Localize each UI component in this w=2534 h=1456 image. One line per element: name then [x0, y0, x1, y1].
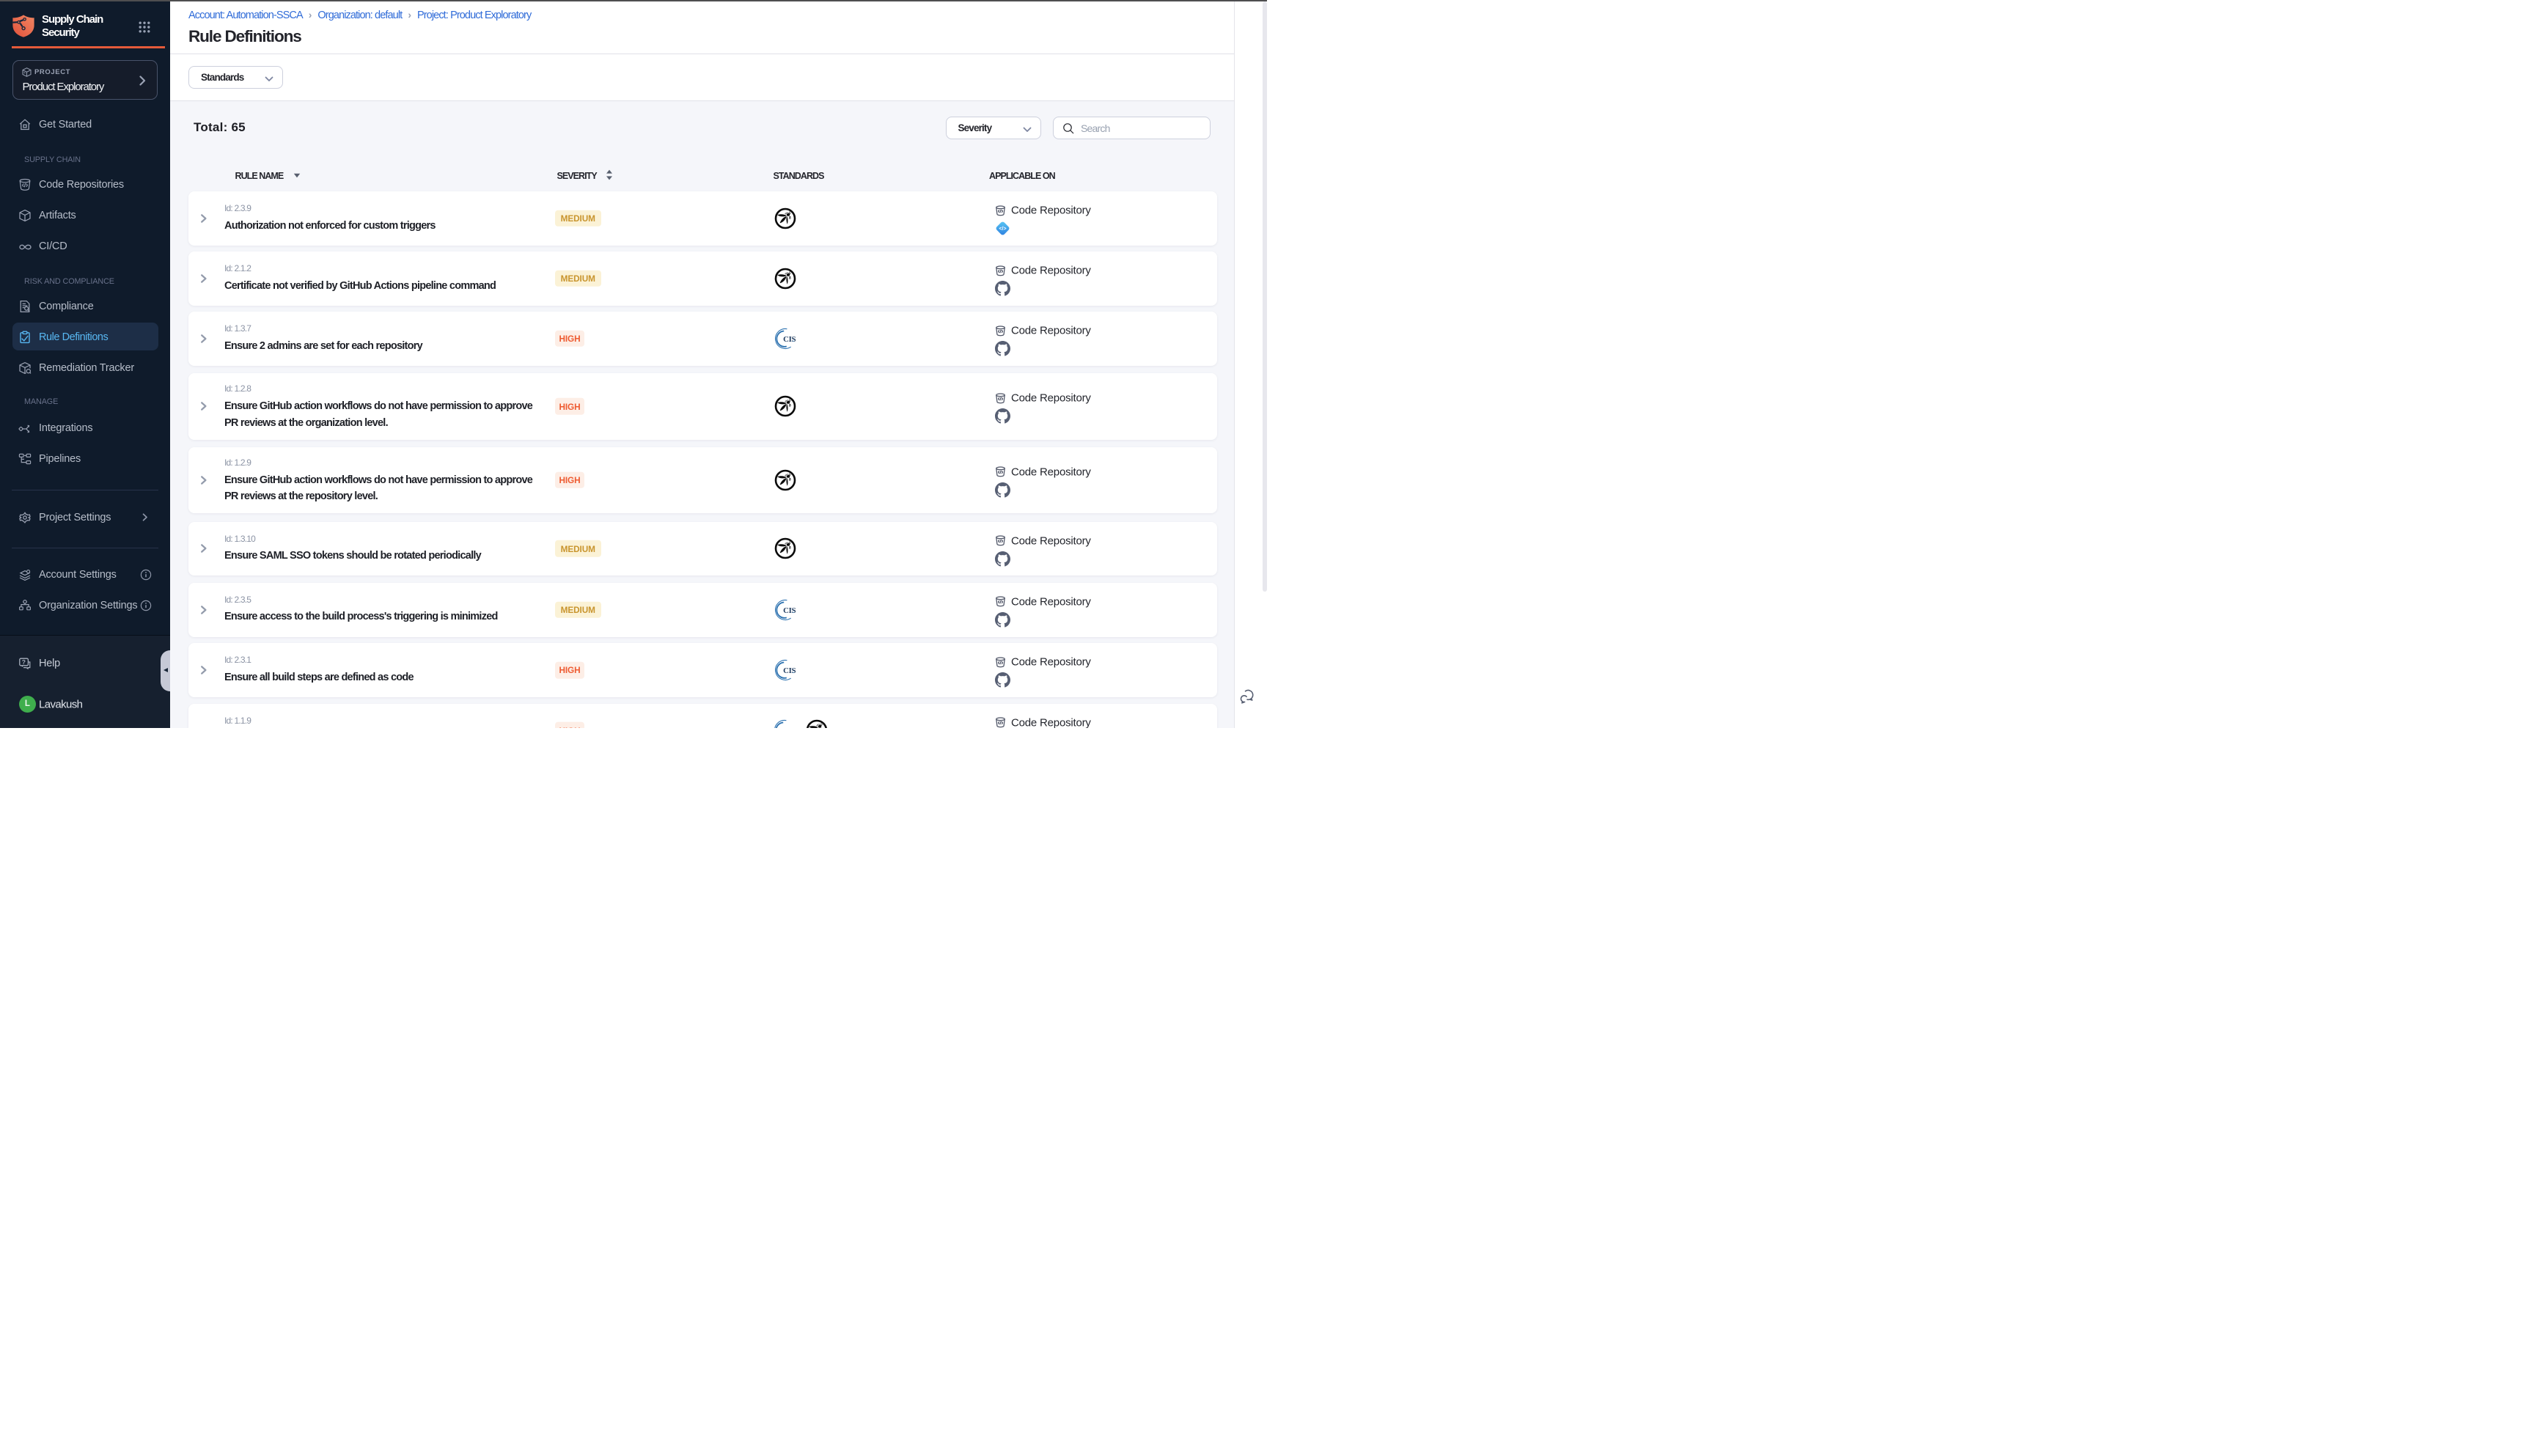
svg-text:CIS: CIS: [783, 335, 796, 344]
svg-text:CIS: CIS: [783, 606, 796, 614]
svg-text:CIS: CIS: [782, 727, 795, 728]
svg-text:CIS: CIS: [783, 666, 796, 675]
svg-text:?: ?: [22, 658, 26, 665]
svg-text:</>: </>: [999, 227, 1007, 232]
